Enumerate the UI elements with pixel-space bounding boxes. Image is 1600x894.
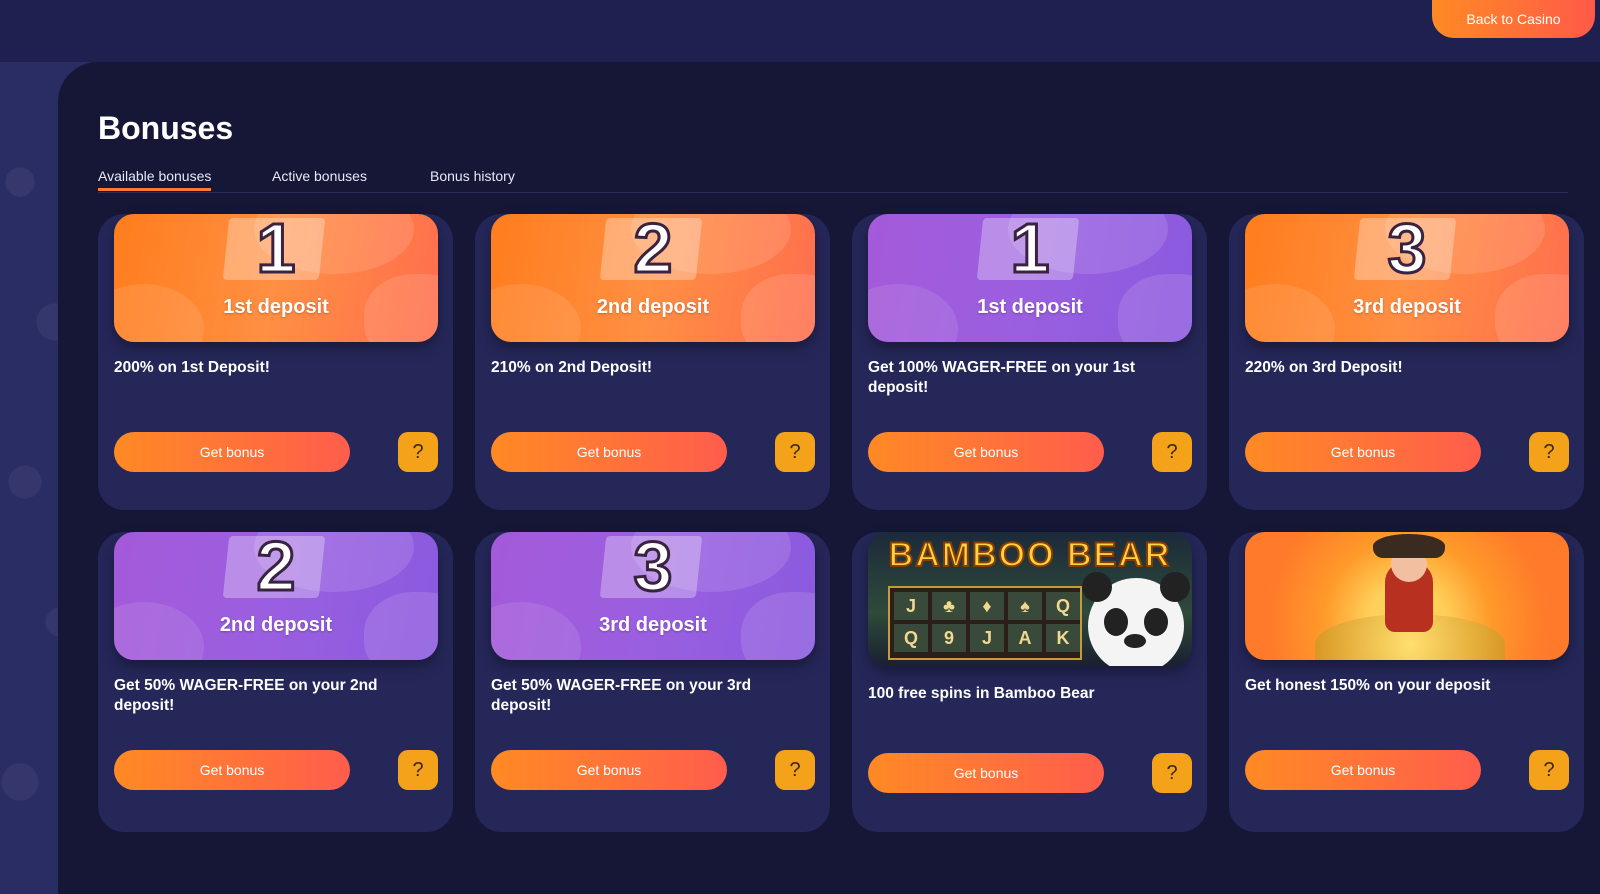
bonus-title: 200% on 1st Deposit!	[114, 359, 270, 376]
bonus-title: Get 50% WAGER-FREE on your 3rd deposit!	[491, 677, 752, 714]
bonus-card-4: 3 3rd deposit 220% on 3rd Deposit! Get b…	[1229, 214, 1584, 510]
bonus-title: 220% on 3rd Deposit!	[1245, 359, 1403, 376]
pirate-game-image	[1245, 532, 1569, 660]
page-title: Bonuses	[98, 110, 234, 146]
bonus-title: Get 100% WAGER-FREE on your 1st deposit!	[868, 359, 1135, 396]
help-icon[interactable]: ?	[1529, 750, 1569, 790]
deposit-banner: 1 1st deposit	[868, 214, 1192, 342]
help-icon[interactable]: ?	[1152, 753, 1192, 793]
bonus-title: Get 50% WAGER-FREE on your 2nd deposit!	[114, 677, 378, 714]
get-bonus-button[interactable]: Get bonus	[114, 750, 350, 790]
deposit-banner: 3 3rd deposit	[491, 532, 815, 660]
back-to-casino-button[interactable]: Back to Casino	[1432, 0, 1595, 38]
deposit-number: 1	[1009, 214, 1051, 289]
bonus-card-2: 2 2nd deposit 210% on 2nd Deposit! Get b…	[475, 214, 830, 510]
bonus-title: 100 free spins in Bamboo Bear	[868, 685, 1095, 702]
help-icon[interactable]: ?	[398, 750, 438, 790]
help-icon[interactable]: ?	[1529, 432, 1569, 472]
deposit-label: 2nd deposit	[596, 296, 710, 318]
get-bonus-button[interactable]: Get bonus	[491, 432, 727, 472]
panda-illustration	[1082, 572, 1190, 666]
get-bonus-button[interactable]: Get bonus	[114, 432, 350, 472]
help-icon[interactable]: ?	[1152, 432, 1192, 472]
deposit-label: 1st deposit	[223, 296, 329, 318]
deposit-label: 3rd deposit	[599, 614, 707, 636]
bonus-title: Get honest 150% on your deposit	[1245, 677, 1491, 694]
bonus-card-3: 1 1st deposit Get 100% WAGER-FREE on you…	[852, 214, 1207, 510]
deposit-number: 2	[255, 532, 297, 607]
deposit-label: 2nd deposit	[219, 614, 333, 636]
top-bar: Back to Casino	[0, 0, 1600, 62]
deposit-banner: 2 2nd deposit	[491, 214, 815, 342]
deposit-number: 2	[632, 214, 674, 289]
deposit-banner: 3 3rd deposit	[1245, 214, 1569, 342]
deposit-label: 1st deposit	[977, 296, 1083, 318]
tab-bonus-history[interactable]: Bonus history	[430, 168, 515, 184]
bonus-title: 210% on 2nd Deposit!	[491, 359, 653, 376]
bonus-card-5: 2 2nd deposit Get 50% WAGER-FREE on your…	[98, 532, 453, 832]
bonus-card-1: 1 1st deposit 200% on 1st Deposit! Get b…	[98, 214, 453, 510]
get-bonus-button[interactable]: Get bonus	[1245, 750, 1481, 790]
get-bonus-button[interactable]: Get bonus	[491, 750, 727, 790]
deposit-banner: 2 2nd deposit	[114, 532, 438, 660]
slot-reels: J ♣ ♦ ♠ Q Q 9 J A K	[888, 586, 1082, 660]
help-icon[interactable]: ?	[398, 432, 438, 472]
get-bonus-button[interactable]: Get bonus	[1245, 432, 1481, 472]
bonus-card-6: 3 3rd deposit Get 50% WAGER-FREE on your…	[475, 532, 830, 832]
game-logo: BAMBOO BEAR	[888, 535, 1172, 575]
tab-active-bonuses[interactable]: Active bonuses	[272, 168, 367, 184]
deposit-number: 3	[632, 532, 674, 607]
bonus-card-7: BAMBOO BEAR J ♣ ♦ ♠ Q Q 9 J A K 100 free…	[852, 532, 1207, 832]
deposit-label: 3rd deposit	[1353, 296, 1461, 318]
tab-available-bonuses[interactable]: Available bonuses	[98, 168, 212, 191]
get-bonus-button[interactable]: Get bonus	[868, 753, 1104, 793]
bonus-tabs: Available bonuses Active bonuses Bonus h…	[98, 164, 1568, 193]
deposit-number: 1	[255, 214, 297, 289]
get-bonus-button[interactable]: Get bonus	[868, 432, 1104, 472]
bamboo-bear-game-image: BAMBOO BEAR J ♣ ♦ ♠ Q Q 9 J A K	[868, 532, 1192, 666]
help-icon[interactable]: ?	[775, 432, 815, 472]
bonus-card-8: Get honest 150% on your deposit Get bonu…	[1229, 532, 1584, 832]
deposit-banner: 1 1st deposit	[114, 214, 438, 342]
help-icon[interactable]: ?	[775, 750, 815, 790]
deposit-number: 3	[1386, 214, 1428, 289]
